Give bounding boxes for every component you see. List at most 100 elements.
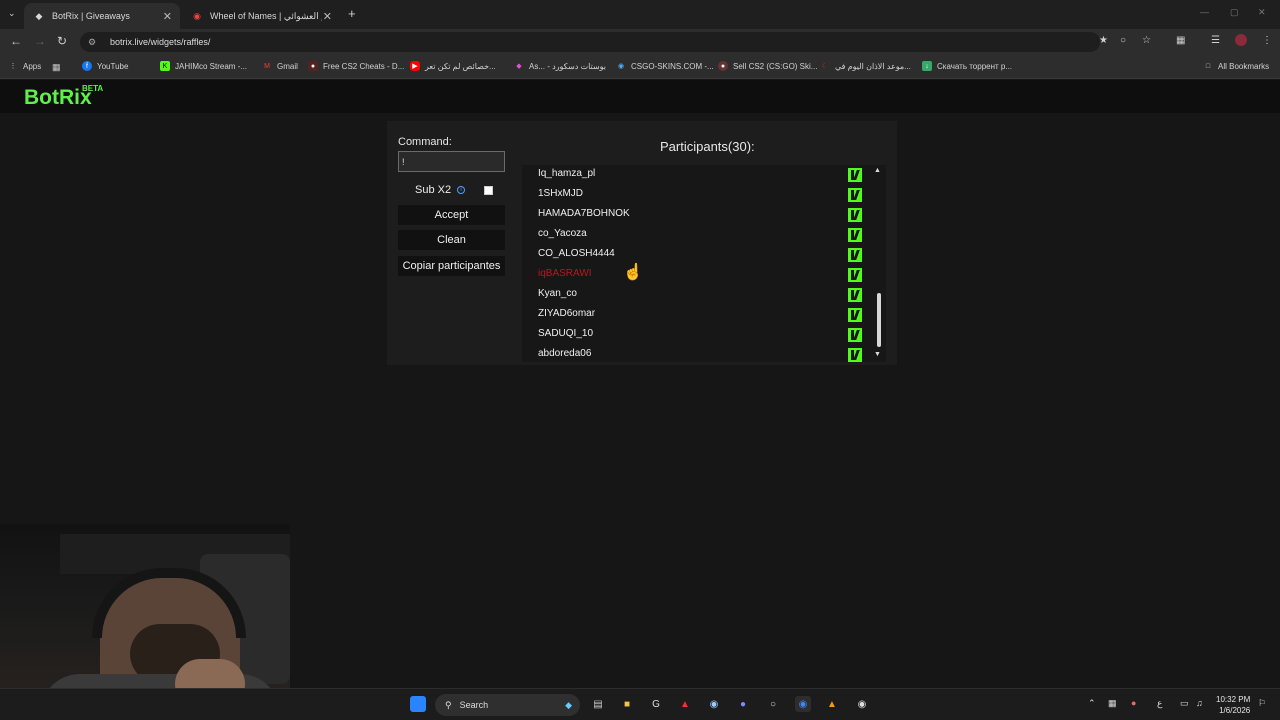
- prayer-icon: ☾: [821, 63, 829, 70]
- sub-x2-row: Sub X2 i: [415, 184, 466, 196]
- browser-tab-strip: ⌄ ◆ BotRix | Giveaways ✕ ◉ Wheel of Name…: [0, 0, 1280, 29]
- participant-row-highlighted[interactable]: iqBASRAWI: [522, 265, 862, 285]
- site-info-icon[interactable]: ⚙: [88, 37, 100, 48]
- copy-participants-button[interactable]: Copiar participantes: [398, 256, 505, 276]
- clean-button[interactable]: Clean: [398, 230, 505, 250]
- tray-app-icon[interactable]: ▦: [1108, 698, 1117, 709]
- sub-x2-checkbox[interactable]: [484, 186, 493, 195]
- bookmark-youtube[interactable]: f YouTube: [82, 61, 128, 71]
- bookmarks-bar: ⋮ Apps ▦ f YouTube K JAHIMco Stream -...…: [0, 55, 1280, 79]
- taskbar-search[interactable]: ⚲ Search ◆: [435, 694, 580, 716]
- task-view-icon[interactable]: ▤: [590, 696, 606, 712]
- tab-botrix[interactable]: ◆ BotRix | Giveaways ✕: [24, 3, 180, 29]
- discord-icon[interactable]: ●: [735, 696, 751, 712]
- tab-close-icon[interactable]: ✕: [163, 10, 172, 23]
- command-input[interactable]: [398, 151, 505, 172]
- participants-title: Participants(30):: [660, 139, 755, 154]
- translate-icon[interactable]: ★: [1099, 35, 1108, 46]
- participant-row[interactable]: SADUQI_10: [522, 325, 862, 345]
- bookmark-apps[interactable]: ⋮ Apps: [8, 61, 42, 71]
- notification-bell-icon[interactable]: ⚐: [1258, 698, 1266, 709]
- profile-avatar-icon[interactable]: [1235, 34, 1247, 46]
- bookmark-sell-cs2[interactable]: ● Sell CS2 (CS:GO) Ski...: [718, 61, 817, 71]
- site-header: BotRix BETA: [0, 80, 1280, 113]
- github-icon[interactable]: ○: [765, 696, 781, 712]
- back-arrow-icon[interactable]: ←: [10, 34, 22, 48]
- bookmark-label: Apps: [23, 61, 42, 71]
- volume-icon[interactable]: ♫: [1196, 698, 1203, 708]
- info-icon[interactable]: i: [457, 186, 466, 194]
- bookmark-free-cs2[interactable]: ● Free CS2 Cheats - D...: [308, 61, 404, 71]
- bookmark-gmail[interactable]: M Gmail: [262, 61, 298, 71]
- minimize-icon[interactable]: —: [1200, 7, 1209, 17]
- scroll-down-arrow-icon[interactable]: ▼: [874, 351, 881, 358]
- bookmark-prayer-times[interactable]: ☾ موعد الاذان اليوم في...: [820, 61, 911, 71]
- new-tab-plus-icon[interactable]: +: [348, 6, 356, 21]
- tab-close-icon[interactable]: ✕: [323, 10, 332, 23]
- youtube-icon: ▶: [410, 61, 420, 71]
- scrollbar-thumb[interactable]: [877, 293, 881, 347]
- scroll-up-arrow-icon[interactable]: ▲: [874, 167, 881, 174]
- bookmark-label: Скачать торрент р...: [937, 61, 1013, 71]
- participant-row[interactable]: abdoreda06: [522, 345, 862, 362]
- kick-icon: [848, 288, 862, 302]
- forward-arrow-icon[interactable]: →: [34, 34, 46, 48]
- windows-start-icon[interactable]: [410, 696, 426, 712]
- window-close-icon[interactable]: ✕: [1258, 7, 1266, 18]
- tab-title: BotRix | Giveaways: [52, 11, 130, 21]
- bookmark-label: All Bookmarks: [1218, 61, 1270, 71]
- tray-chevron-up-icon[interactable]: ⌃: [1088, 698, 1096, 709]
- accept-button[interactable]: Accept: [398, 205, 505, 225]
- menu-kebab-icon[interactable]: ⋮: [1262, 35, 1272, 46]
- kick-icon: K: [160, 61, 170, 71]
- list-scrollbar[interactable]: ▲ ▼: [874, 165, 884, 362]
- participant-name: 1SHxMJD: [538, 188, 584, 199]
- file-explorer-icon[interactable]: ■: [619, 696, 635, 712]
- kick-icon: [848, 348, 862, 362]
- bookmark-arabic-video[interactable]: ▶ خصائص لم تكن تعر...: [410, 61, 496, 71]
- tab-search-chevron-icon[interactable]: ⌄: [8, 8, 16, 19]
- participant-row[interactable]: co_Yacoza: [522, 225, 862, 245]
- tab-wheel-of-names[interactable]: ◉ Wheel of Names | اسم العشوائي ✕: [182, 3, 340, 29]
- microphone-icon[interactable]: ●: [1131, 698, 1136, 708]
- logitech-icon[interactable]: G: [648, 696, 664, 712]
- sell-icon: ●: [718, 61, 728, 71]
- input-language[interactable]: ع: [1157, 698, 1162, 709]
- kick-icon: [848, 188, 862, 202]
- maximize-icon[interactable]: ▢: [1230, 7, 1239, 18]
- network-icon[interactable]: ▭: [1180, 698, 1189, 709]
- chrome-icon[interactable]: ◉: [795, 696, 811, 712]
- gmail-icon: M: [264, 62, 270, 70]
- tab-groups-icon[interactable]: ▦: [52, 62, 61, 73]
- bookmark-all-bookmarks[interactable]: □ All Bookmarks: [1203, 61, 1269, 71]
- bookmark-torrent[interactable]: ↓ Скачать торрент р...: [922, 61, 1012, 71]
- extensions-icon[interactable]: ▦: [1176, 35, 1185, 46]
- participant-name: co_Yacoza: [538, 228, 587, 239]
- eye-hidden-icon[interactable]: ○: [1120, 35, 1126, 46]
- participant-row[interactable]: Iq_hamza_pl: [522, 165, 862, 185]
- participant-row[interactable]: CO_ALOSH4444: [522, 245, 862, 265]
- bookmark-star-icon[interactable]: ☆: [1142, 35, 1151, 46]
- address-bar[interactable]: ⚙ botrix.live/widgets/raffles/: [80, 32, 1100, 52]
- facebook-icon: f: [82, 61, 92, 71]
- valorant-icon[interactable]: ▲: [677, 696, 693, 712]
- media-controls-icon[interactable]: ☰: [1211, 35, 1220, 46]
- steam-icon[interactable]: ◉: [706, 696, 722, 712]
- participant-row[interactable]: 1SHxMJD: [522, 185, 862, 205]
- participant-row[interactable]: HAMADA7BOHNOK: [522, 205, 862, 225]
- vlc-icon[interactable]: ▲: [824, 696, 840, 712]
- kick-icon: [848, 328, 862, 342]
- reload-icon[interactable]: ↻: [57, 34, 67, 48]
- taskbar-clock[interactable]: 10:32 PM 1/6/2026: [1216, 694, 1250, 716]
- bookmark-csgo-skins[interactable]: ◉ CSGO-SKINS.COM -...: [616, 61, 714, 71]
- participant-name: CO_ALOSH4444: [538, 248, 615, 259]
- obs-icon[interactable]: ◉: [854, 696, 870, 712]
- bookmark-label: Free CS2 Cheats - D...: [323, 61, 405, 71]
- participants-list[interactable]: Iq_hamza_pl 1SHxMJD HAMADA7BOHNOK co_Yac…: [522, 165, 886, 362]
- participant-row[interactable]: Kyan_co: [522, 285, 862, 305]
- bookmark-jahimco[interactable]: K JAHIMco Stream -...: [160, 61, 247, 71]
- participant-name: HAMADA7BOHNOK: [538, 208, 630, 219]
- participant-row[interactable]: ZIYAD6omar: [522, 305, 862, 325]
- bookmark-discord-posts[interactable]: ◆ As... - بوستات دسكورد: [514, 61, 606, 71]
- tab-title: Wheel of Names | اسم العشوائي: [210, 10, 322, 21]
